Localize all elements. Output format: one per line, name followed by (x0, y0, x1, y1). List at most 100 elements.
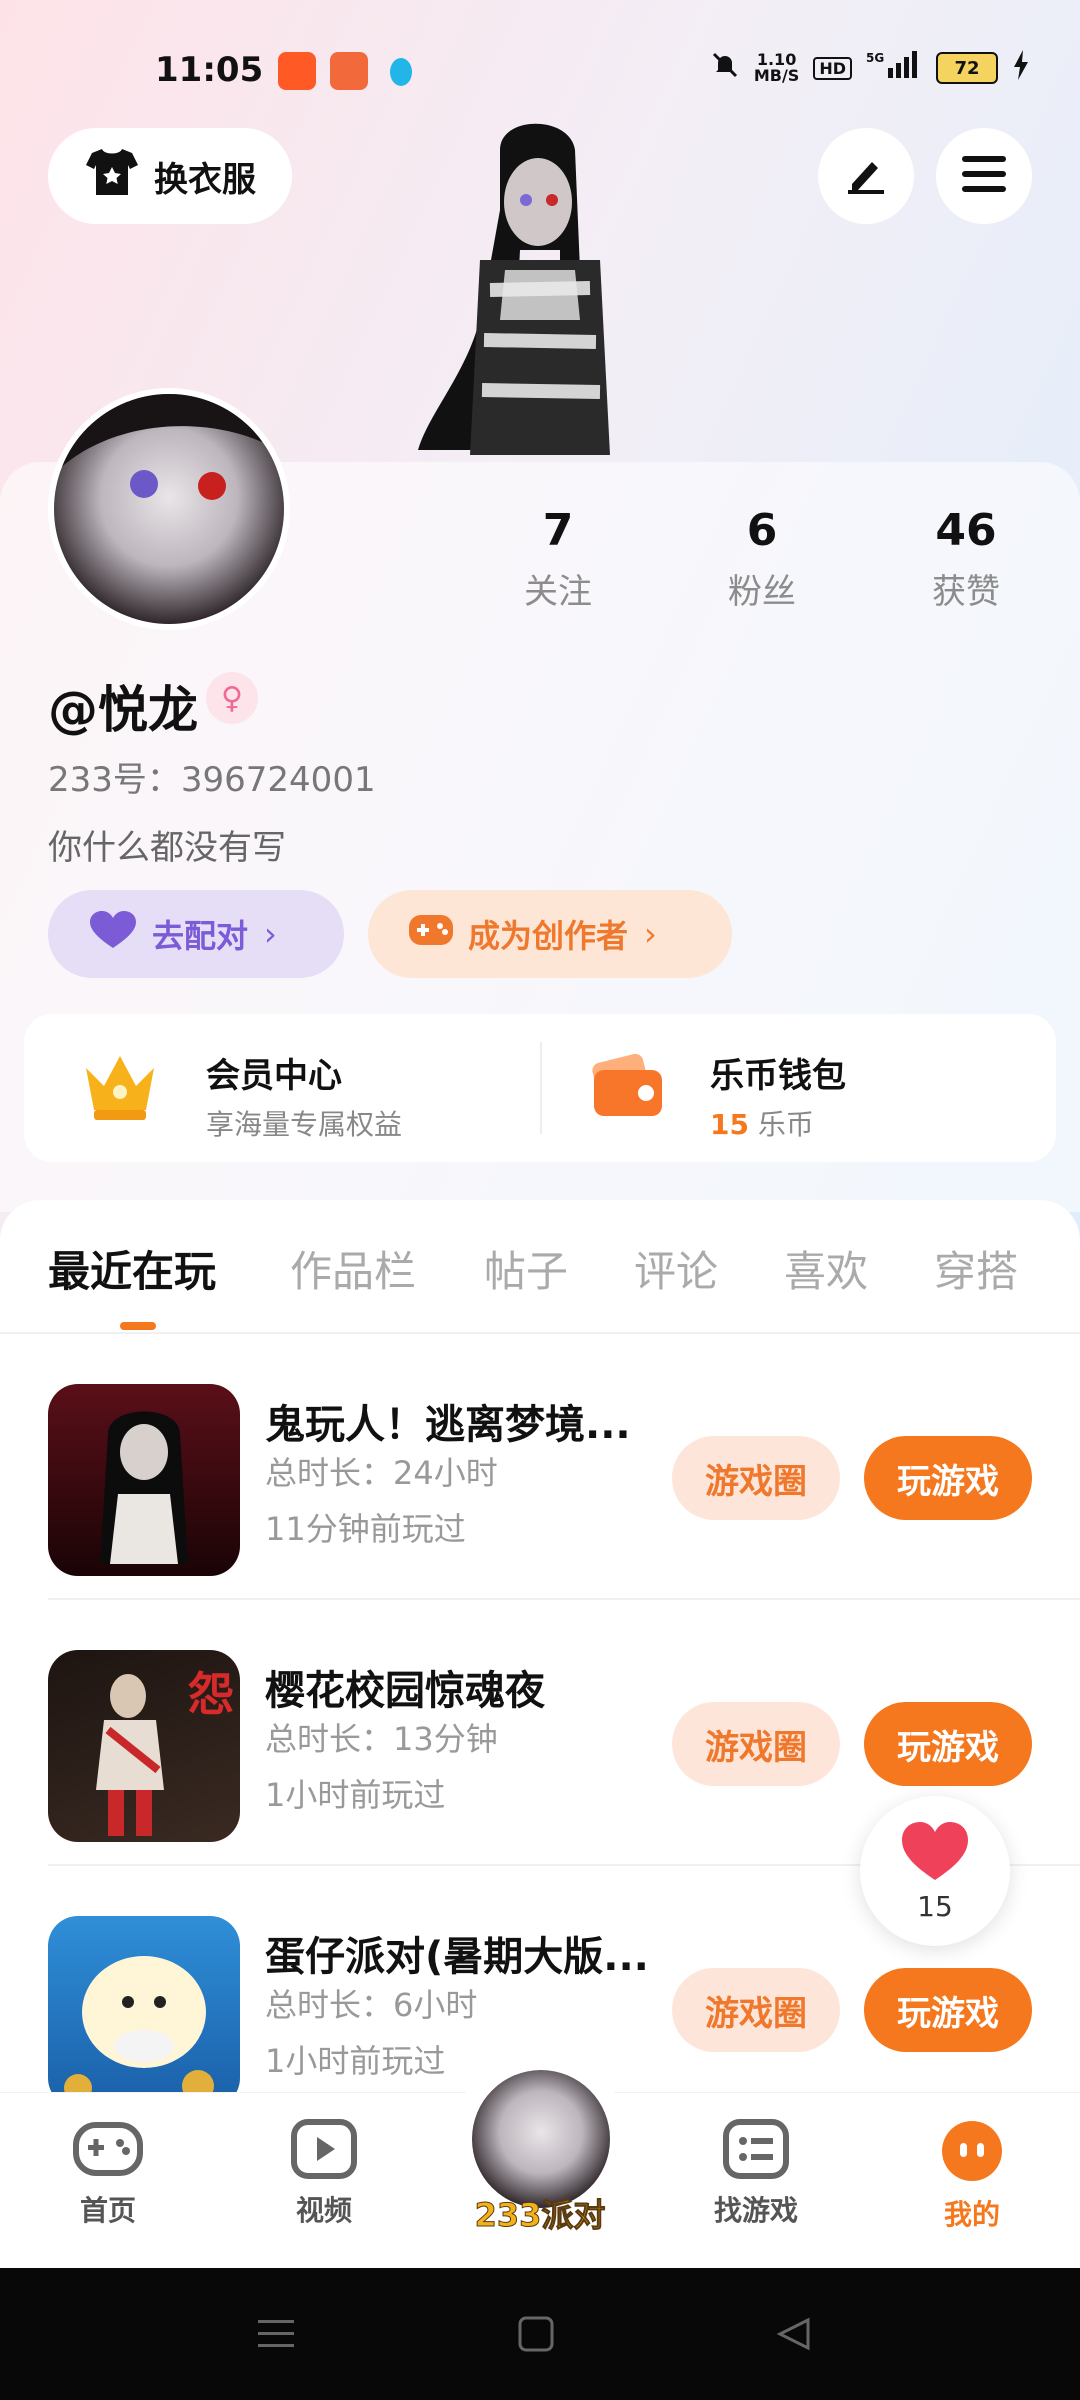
stat-following-count: 7 (542, 505, 574, 556)
nav-video-label: 视频 (295, 2194, 352, 2227)
wallet-amount: 15 (710, 1108, 749, 1141)
tab-outfits[interactable]: 穿搭 (934, 1238, 1018, 1299)
become-creator-label: 成为创作者 (468, 917, 629, 955)
wallet-balance: 15 乐币 (710, 1103, 846, 1143)
wallet-title: 乐币钱包 (710, 1056, 846, 1096)
game-title: 鬼玩人！逃离梦境... (265, 1402, 631, 1448)
game-last-played: 1小时前玩过 (265, 2042, 446, 2080)
gamepad-icon (408, 911, 454, 957)
game-thumbnail: 怨 (48, 1650, 240, 1842)
net-speed: 1.10 MB/S (754, 52, 799, 84)
crown-icon (80, 1048, 160, 1128)
svg-text:5G: 5G (866, 51, 884, 65)
list-icon (723, 2119, 789, 2183)
stat-likes[interactable]: 46 获赞 (896, 505, 1036, 613)
game-duration: 总时长：6小时 (265, 1986, 478, 2024)
avatar[interactable] (48, 388, 290, 630)
tab-recently-played[interactable]: 最近在玩 (48, 1238, 216, 1299)
heart-icon (88, 910, 138, 958)
change-outfit-button[interactable]: 换衣服 (48, 128, 292, 224)
game-circle-button[interactable]: 游戏圈 (672, 1968, 840, 2052)
mine-face-icon (939, 2121, 1005, 2187)
status-icons: 1.10 MB/S HD 5G 72 (710, 50, 1030, 86)
game-list-item[interactable]: 鬼玩人！逃离梦境... 总时长：24小时 11分钟前玩过 游戏圈 玩游戏 (0, 1334, 1080, 1600)
active-tab-indicator (120, 1322, 156, 1330)
status-time: 11:05 (155, 50, 264, 90)
tab-likes[interactable]: 喜欢 (784, 1238, 868, 1299)
username: @悦龙 (48, 681, 198, 739)
game-last-played: 11分钟前玩过 (265, 1510, 466, 1548)
mute-icon (710, 50, 740, 86)
user-id: 233号：396724001 (48, 760, 376, 800)
pencil-icon (842, 150, 890, 202)
game-duration: 总时长：24小时 (265, 1454, 498, 1492)
charging-icon (1012, 50, 1030, 86)
game-duration: 总时长：13分钟 (265, 1720, 498, 1758)
stat-followers-count: 6 (746, 505, 778, 556)
nav-video[interactable]: 视频 (254, 2119, 394, 2229)
qq-icon (382, 52, 420, 90)
signal-icon: 5G (866, 50, 922, 86)
vip-wallet-card: 会员中心 享海量专属权益 乐币钱包 15 乐币 (24, 1014, 1056, 1162)
game-title: 蛋仔派对(暑期大版... (265, 1934, 649, 1980)
member-center-title: 会员中心 (206, 1056, 342, 1096)
menu-icon (960, 154, 1008, 198)
net-speed-unit: MB/S (753, 66, 800, 85)
party-avatar-button[interactable] (472, 2070, 610, 2208)
heart-icon (900, 1820, 970, 1886)
tab-comments[interactable]: 评论 (634, 1238, 718, 1299)
chevron-right-icon: › (264, 915, 277, 953)
recent-apps-icon[interactable] (256, 2314, 296, 2358)
battery-indicator: 72 (936, 52, 998, 84)
menu-button[interactable] (936, 128, 1032, 224)
stat-followers-label: 粉丝 (728, 572, 796, 612)
stat-likes-label: 获赞 (932, 572, 1000, 612)
gamepad-icon (72, 2122, 144, 2183)
edit-profile-button[interactable] (818, 128, 914, 224)
nav-find-game-label: 找游戏 (713, 2194, 798, 2227)
play-game-button[interactable]: 玩游戏 (864, 1702, 1032, 1786)
svg-text:怨: 怨 (188, 1667, 234, 1721)
tab-posts[interactable]: 帖子 (484, 1238, 568, 1299)
hd-badge: HD (813, 56, 852, 80)
nav-home-label: 首页 (79, 2194, 136, 2227)
nav-find-game[interactable]: 找游戏 (686, 2119, 826, 2229)
home-icon[interactable] (516, 2314, 556, 2358)
wallet-icon (590, 1048, 666, 1124)
avatar-character-figure (410, 110, 670, 470)
wallet-entry[interactable]: 乐币钱包 15 乐币 (590, 1048, 1010, 1141)
system-navigation-bar (0, 2268, 1080, 2400)
go-match-label: 去配对 (152, 917, 249, 955)
stat-following-label: 关注 (524, 572, 592, 612)
user-bio: 你什么都没有写 (48, 828, 286, 868)
game-thumbnail (48, 1384, 240, 1576)
game-thumbnail (48, 1916, 240, 2108)
play-game-button[interactable]: 玩游戏 (864, 1436, 1032, 1520)
nav-mine[interactable]: 我的 (902, 2119, 1042, 2233)
tab-works[interactable]: 作品栏 (290, 1238, 416, 1299)
video-play-icon (291, 2119, 357, 2183)
play-game-button[interactable]: 玩游戏 (864, 1968, 1032, 2052)
floating-like-button[interactable]: 15 (860, 1796, 1010, 1946)
divider (540, 1042, 542, 1134)
nav-mine-label: 我的 (943, 2198, 1000, 2231)
become-creator-button[interactable]: 成为创作者 › (368, 890, 732, 978)
game-circle-button[interactable]: 游戏圈 (672, 1436, 840, 1520)
change-outfit-label: 换衣服 (154, 159, 256, 200)
shirt-icon (84, 147, 140, 206)
app-notification-icon (330, 52, 368, 90)
stat-followers[interactable]: 6 粉丝 (692, 505, 832, 613)
game-circle-button[interactable]: 游戏圈 (672, 1702, 840, 1786)
female-gender-icon: ♀ (206, 672, 258, 724)
go-match-button[interactable]: 去配对 › (48, 890, 344, 978)
back-icon[interactable] (774, 2314, 814, 2358)
profile-tabs: 最近在玩 作品栏 帖子 评论 喜欢 穿搭 (0, 1238, 1080, 1318)
nav-home[interactable]: 首页 (38, 2119, 178, 2229)
game-last-played: 1小时前玩过 (265, 1776, 446, 1814)
party-label: 233派对 (474, 2196, 606, 2235)
stat-likes-count: 46 (935, 505, 997, 556)
stat-following[interactable]: 7 关注 (488, 505, 628, 613)
member-center-entry[interactable]: 会员中心 享海量专属权益 (80, 1048, 500, 1141)
like-count: 15 (917, 1889, 953, 1923)
app-notification-icon (278, 52, 316, 90)
